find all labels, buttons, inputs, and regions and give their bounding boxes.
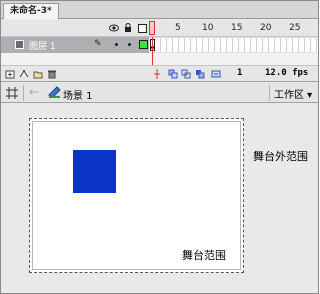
center-frame-icon[interactable]: [152, 69, 162, 79]
frame-number: 20: [260, 23, 272, 33]
pencil-icon: ✎: [94, 39, 102, 49]
visibility-dot[interactable]: [115, 43, 118, 46]
outline-color-swatch[interactable]: [139, 40, 148, 49]
onion-skin-outline-icon[interactable]: [181, 69, 191, 79]
onion-skin-icon[interactable]: [168, 69, 178, 79]
separator: [269, 85, 270, 101]
lock-icon[interactable]: [123, 23, 133, 33]
document-tab[interactable]: 未命名-3*: [3, 3, 59, 19]
stage-label: 舞台范围: [182, 249, 226, 262]
add-guide-layer-icon[interactable]: [19, 69, 29, 79]
flash-window: 未命名-3* 5 10 15 20 25 图层 1 ✎ 1 12.0 fps ←…: [0, 0, 319, 294]
outside-stage-label: 舞台外范围: [253, 150, 308, 163]
separator: [23, 85, 24, 101]
layer-row[interactable]: 图层 1 ✎: [1, 37, 318, 53]
timeline-panel: 5 10 15 20 25 图层 1 ✎ 1 12.0 fps: [1, 20, 318, 82]
scene-name[interactable]: 场景 1: [63, 87, 93, 102]
eye-icon[interactable]: [109, 23, 119, 33]
frame-cells[interactable]: [149, 38, 318, 52]
frame-number: 5: [175, 23, 181, 33]
modify-onion-markers-icon[interactable]: [211, 69, 221, 79]
timeline-toggle-icon[interactable]: [5, 86, 19, 103]
outline-icon[interactable]: [137, 23, 147, 33]
add-folder-icon[interactable]: [33, 69, 43, 79]
frame-number: 10: [202, 23, 214, 33]
lock-dot[interactable]: [128, 43, 131, 46]
timeline-header: 5 10 15 20 25: [1, 20, 318, 37]
back-arrow-icon[interactable]: ←: [29, 86, 39, 99]
layer-controls[interactable]: 图层 1 ✎: [1, 37, 149, 53]
frame-number: 15: [231, 23, 243, 33]
current-frame: 1: [237, 68, 243, 78]
layer-toggle-icons: [109, 23, 147, 33]
layer-name[interactable]: 图层 1: [29, 39, 56, 52]
timeline-footer: 1 12.0 fps: [1, 65, 318, 81]
frame-ruler[interactable]: 5 10 15 20 25: [149, 20, 318, 37]
document-tab-bar: 未命名-3*: [1, 1, 318, 19]
pasteboard[interactable]: 舞台范围 舞台外范围: [1, 104, 318, 293]
layer-icon: [15, 40, 24, 49]
scene-icon: [48, 86, 61, 101]
edit-bar: ← 场景 1 工作区 ▾: [1, 83, 318, 103]
frame-number: 25: [289, 23, 301, 33]
workspace-dropdown[interactable]: 工作区 ▾: [274, 86, 312, 101]
edit-multiple-frames-icon[interactable]: [195, 69, 205, 79]
blue-square-shape[interactable]: [73, 150, 116, 193]
add-layer-icon[interactable]: [5, 69, 15, 79]
stage[interactable]: 舞台范围: [29, 118, 244, 273]
frame-rate[interactable]: 12.0 fps: [265, 68, 308, 78]
delete-layer-icon[interactable]: [47, 69, 57, 79]
